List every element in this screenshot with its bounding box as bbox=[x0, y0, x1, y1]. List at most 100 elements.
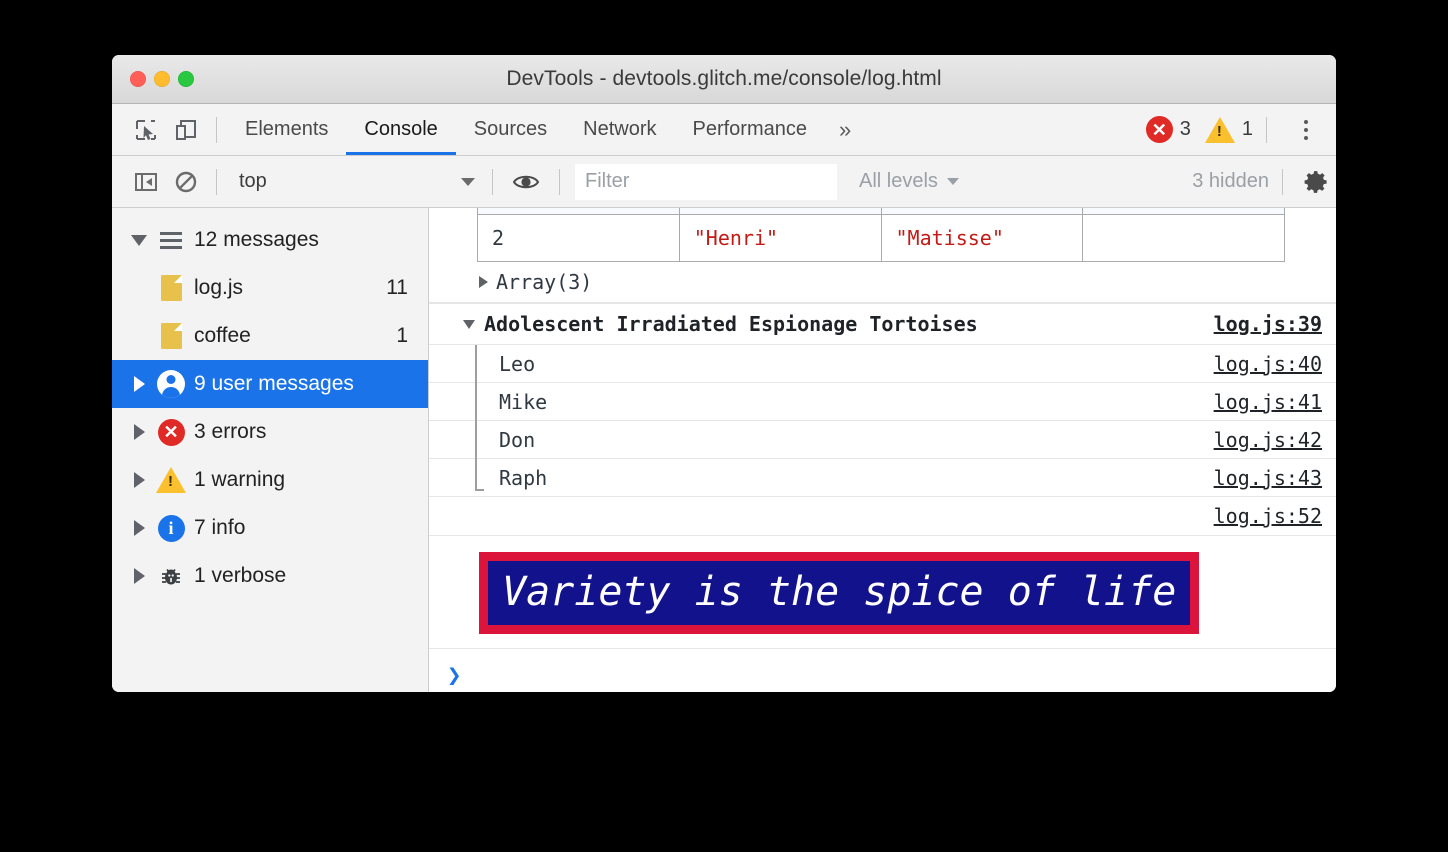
error-count-badge[interactable]: ✕ 3 bbox=[1146, 116, 1191, 143]
console-message-text: Leo bbox=[499, 352, 535, 376]
sidebar-item-coffee[interactable]: coffee 1 bbox=[112, 312, 428, 360]
warning-count-value: 1 bbox=[1242, 118, 1253, 141]
inspect-element-icon[interactable] bbox=[126, 110, 166, 150]
sidebar-item-errors[interactable]: ✕ 3 errors bbox=[112, 408, 428, 456]
sidebar-item-label: log.js bbox=[194, 276, 243, 300]
window-title: DevTools - devtools.glitch.me/console/lo… bbox=[112, 67, 1336, 91]
array-summary-label: Array(3) bbox=[496, 270, 592, 294]
minimize-button[interactable] bbox=[154, 71, 170, 87]
sidebar-item-verbose[interactable]: 1 verbose bbox=[112, 552, 428, 600]
console-group-header[interactable]: Adolescent Irradiated Espionage Tortoise… bbox=[429, 303, 1336, 345]
warning-count-badge[interactable]: 1 bbox=[1205, 117, 1253, 143]
console-output[interactable]: 2 "Henri" "Matisse" Array(3) Adolescent … bbox=[429, 208, 1336, 692]
error-count-value: 3 bbox=[1180, 118, 1191, 141]
console-group-body: Leo log.js:40 Mike log.js:41 Don log.js:… bbox=[429, 345, 1336, 497]
sidebar-item-info[interactable]: i 7 info bbox=[112, 504, 428, 552]
table-cell-first-name: "Henri" bbox=[679, 215, 881, 262]
source-link[interactable]: log.js:43 bbox=[1214, 466, 1322, 490]
console-table: 2 "Henri" "Matisse" bbox=[477, 208, 1285, 262]
expand-triangle-icon[interactable] bbox=[126, 376, 152, 392]
list-icon bbox=[152, 232, 190, 249]
file-icon bbox=[152, 275, 190, 301]
devtools-body: 12 messages log.js 11 coffee 1 9 user me… bbox=[112, 208, 1336, 692]
expand-triangle-icon[interactable] bbox=[126, 235, 152, 246]
expand-triangle-icon[interactable] bbox=[479, 276, 488, 288]
sidebar-item-count: 1 bbox=[396, 324, 428, 348]
tab-console[interactable]: Console bbox=[346, 104, 455, 155]
console-message-text: Mike bbox=[499, 390, 547, 414]
chevron-down-icon bbox=[461, 178, 475, 186]
tabbar-right-actions: ✕ 3 1 bbox=[1146, 110, 1336, 150]
source-link[interactable]: log.js:40 bbox=[1214, 352, 1322, 376]
device-toolbar-icon[interactable] bbox=[166, 110, 206, 150]
expand-triangle-icon[interactable] bbox=[126, 568, 152, 584]
panel-tabs: Elements Console Sources Network Perform… bbox=[227, 104, 865, 155]
sidebar-item-label: 7 info bbox=[194, 516, 245, 540]
source-link[interactable]: log.js:52 bbox=[1214, 504, 1322, 528]
warning-icon bbox=[1205, 117, 1235, 143]
sidebar-item-label: 9 user messages bbox=[194, 372, 354, 396]
console-prompt[interactable]: ❯ bbox=[429, 649, 1336, 692]
filterbar-divider bbox=[492, 169, 493, 195]
log-levels-value: All levels bbox=[859, 170, 938, 193]
tab-performance[interactable]: Performance bbox=[675, 104, 826, 155]
sidebar-item-label: coffee bbox=[194, 324, 251, 348]
user-icon bbox=[152, 370, 190, 398]
toolbar-divider bbox=[216, 117, 217, 143]
window-titlebar: DevTools - devtools.glitch.me/console/lo… bbox=[112, 55, 1336, 104]
execution-context-selector[interactable]: top bbox=[227, 170, 479, 193]
console-group-title: Adolescent Irradiated Espionage Tortoise… bbox=[484, 312, 978, 336]
sidebar-item-label: 1 verbose bbox=[194, 564, 286, 588]
tab-elements[interactable]: Elements bbox=[227, 104, 346, 155]
table-cell-index: 2 bbox=[478, 215, 680, 262]
source-link[interactable]: log.js:39 bbox=[1214, 312, 1322, 336]
styled-console-message: Variety is the spice of life bbox=[479, 552, 1199, 634]
warning-icon bbox=[152, 467, 190, 493]
sidebar-item-user-messages[interactable]: 9 user messages bbox=[112, 360, 428, 408]
expand-triangle-icon[interactable] bbox=[126, 424, 152, 440]
source-link[interactable]: log.js:42 bbox=[1214, 428, 1322, 452]
hidden-messages-count: 3 hidden bbox=[1192, 170, 1269, 193]
sidebar-item-count: 11 bbox=[386, 276, 428, 300]
console-message-row[interactable]: Mike log.js:41 bbox=[429, 383, 1336, 421]
filter-input[interactable] bbox=[575, 164, 837, 200]
devtools-window: DevTools - devtools.glitch.me/console/lo… bbox=[112, 55, 1336, 692]
table-row: 2 "Henri" "Matisse" bbox=[478, 215, 1285, 262]
console-sidebar: 12 messages log.js 11 coffee 1 9 user me… bbox=[112, 208, 429, 692]
traffic-lights bbox=[130, 71, 194, 87]
bug-icon bbox=[152, 563, 190, 589]
group-indent-guide bbox=[475, 345, 477, 491]
sidebar-item-label: 12 messages bbox=[194, 228, 319, 252]
console-message-row[interactable]: Raph log.js:43 bbox=[429, 459, 1336, 497]
console-message-row[interactable]: Leo log.js:40 bbox=[429, 345, 1336, 383]
show-console-sidebar-icon[interactable] bbox=[126, 162, 166, 202]
sidebar-item-warnings[interactable]: 1 warning bbox=[112, 456, 428, 504]
clear-console-icon[interactable] bbox=[166, 162, 206, 202]
expand-triangle-icon[interactable] bbox=[126, 472, 152, 488]
styled-message-row: Variety is the spice of life bbox=[429, 536, 1336, 649]
kebab-menu-icon[interactable] bbox=[1286, 110, 1326, 150]
tab-network[interactable]: Network bbox=[565, 104, 674, 155]
info-icon: i bbox=[152, 515, 190, 542]
console-message-text: Raph bbox=[499, 466, 547, 490]
source-link[interactable]: log.js:41 bbox=[1214, 390, 1322, 414]
collapse-triangle-icon[interactable] bbox=[463, 320, 475, 329]
settings-gear-icon[interactable] bbox=[1296, 162, 1336, 202]
expand-triangle-icon[interactable] bbox=[126, 520, 152, 536]
array-summary-row[interactable]: Array(3) bbox=[429, 262, 1336, 303]
sidebar-item-all-messages[interactable]: 12 messages bbox=[112, 216, 428, 264]
sidebar-item-label: 3 errors bbox=[194, 420, 266, 444]
sidebar-item-log-js[interactable]: log.js 11 bbox=[112, 264, 428, 312]
log-levels-dropdown[interactable]: All levels bbox=[859, 170, 959, 193]
close-button[interactable] bbox=[130, 71, 146, 87]
zoom-button[interactable] bbox=[178, 71, 194, 87]
live-expression-eye-icon[interactable] bbox=[506, 162, 546, 202]
prompt-chevron-icon: ❯ bbox=[447, 663, 461, 687]
more-tabs-chevron-icon[interactable]: » bbox=[825, 104, 865, 155]
devtools-tabbar: Elements Console Sources Network Perform… bbox=[112, 104, 1336, 156]
styled-message-source-row[interactable]: log.js:52 bbox=[429, 497, 1336, 536]
chevron-down-icon bbox=[947, 178, 959, 185]
tab-sources[interactable]: Sources bbox=[456, 104, 565, 155]
sidebar-item-label: 1 warning bbox=[194, 468, 285, 492]
console-message-row[interactable]: Don log.js:42 bbox=[429, 421, 1336, 459]
